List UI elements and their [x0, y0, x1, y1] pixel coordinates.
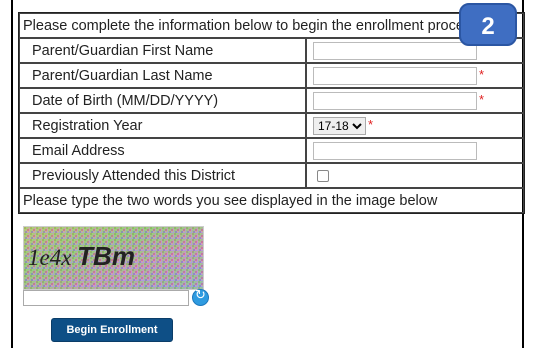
previously-attended-checkbox[interactable]	[317, 169, 329, 182]
row-registration-year: Registration Year 17-18 *	[19, 113, 524, 138]
required-mark: *	[479, 91, 485, 107]
row-previously-attended: Previously Attended this District	[19, 163, 524, 188]
first-name-input[interactable]	[313, 41, 477, 60]
captcha-image: 1e4x TBm	[23, 226, 204, 290]
refresh-captcha-icon[interactable]	[192, 288, 209, 306]
required-mark: *	[479, 66, 485, 82]
email-label: Email Address	[19, 138, 306, 163]
row-first-name: Parent/Guardian First Name	[19, 38, 524, 63]
last-name-label: Parent/Guardian Last Name	[19, 63, 306, 88]
begin-enrollment-button[interactable]: Begin Enrollment	[51, 318, 173, 342]
row-last-name: Parent/Guardian Last Name *	[19, 63, 524, 88]
row-dob: Date of Birth (MM/DD/YYYY) *	[19, 88, 524, 113]
row-email: Email Address	[19, 138, 524, 163]
email-input[interactable]	[313, 141, 477, 160]
registration-year-select[interactable]: 17-18	[313, 116, 366, 135]
previously-attended-label: Previously Attended this District	[19, 163, 306, 188]
registration-year-label: Registration Year	[19, 113, 306, 138]
captcha-input[interactable]	[23, 290, 189, 306]
first-name-label: Parent/Guardian First Name	[19, 38, 306, 63]
form-instructions: Please complete the information below to…	[19, 13, 524, 38]
dob-label: Date of Birth (MM/DD/YYYY)	[19, 88, 306, 113]
dob-input[interactable]	[313, 91, 477, 110]
step-badge: 2	[459, 3, 517, 46]
enrollment-form: Please complete the information below to…	[18, 12, 525, 214]
required-mark: *	[368, 116, 374, 132]
captcha-instructions: Please type the two words you see displa…	[19, 188, 524, 213]
last-name-input[interactable]	[313, 66, 477, 85]
captcha-word-2: TBm	[77, 241, 135, 271]
captcha-word-1: 1e4x	[28, 245, 72, 270]
